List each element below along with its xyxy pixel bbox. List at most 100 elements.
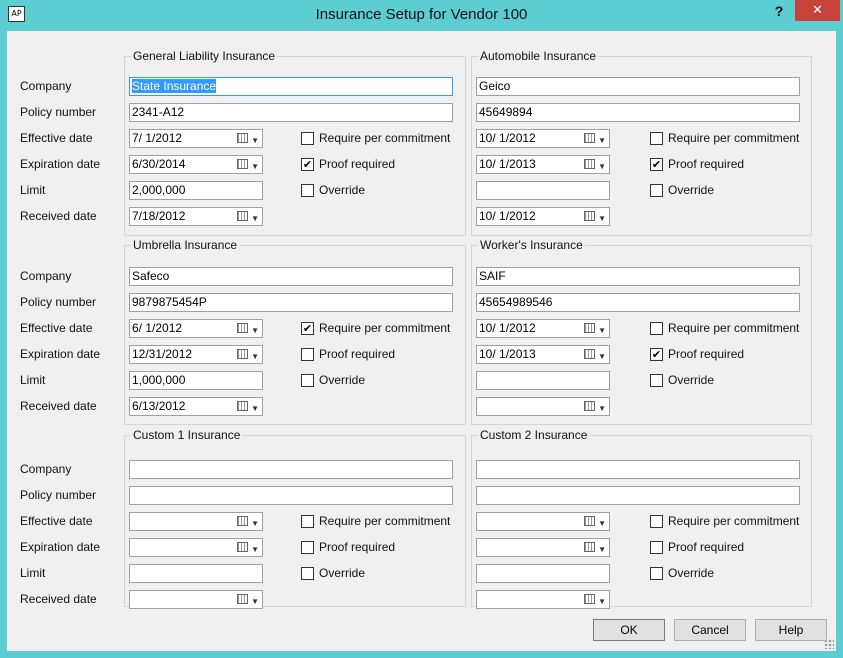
custom1-proof-checkbox[interactable] (301, 541, 314, 554)
help-button[interactable]: Help (755, 619, 827, 641)
chevron-down-icon[interactable]: ▼ (598, 158, 606, 175)
calendar-icon[interactable] (237, 211, 248, 221)
chevron-down-icon[interactable]: ▼ (598, 515, 606, 532)
workers-expiration-date-picker[interactable]: 10/ 1/2013 ▼ (476, 345, 610, 364)
umbrella-override-label[interactable]: Override (319, 373, 365, 387)
custom2-limit-input[interactable] (476, 564, 610, 583)
ok-button[interactable]: OK (593, 619, 665, 641)
custom2-require-checkbox[interactable] (650, 515, 663, 528)
chevron-down-icon[interactable]: ▼ (598, 400, 606, 417)
custom2-company-input[interactable] (476, 460, 800, 479)
workers-require-label[interactable]: Require per commitment (668, 321, 799, 335)
auto-expiration-date-picker[interactable]: 10/ 1/2013 ▼ (476, 155, 610, 174)
auto-company-input[interactable]: Geico (476, 77, 800, 96)
calendar-icon[interactable] (237, 516, 248, 526)
custom1-require-checkbox[interactable] (301, 515, 314, 528)
calendar-icon[interactable] (584, 542, 595, 552)
custom1-limit-input[interactable] (129, 564, 263, 583)
chevron-down-icon[interactable]: ▼ (251, 158, 259, 175)
custom1-override-label[interactable]: Override (319, 566, 365, 580)
chevron-down-icon[interactable]: ▼ (251, 322, 259, 339)
workers-company-input[interactable]: SAIF (476, 267, 800, 286)
help-icon[interactable]: ? (768, 0, 790, 22)
workers-override-label[interactable]: Override (668, 373, 714, 387)
calendar-icon[interactable] (237, 133, 248, 143)
custom1-override-checkbox[interactable] (301, 567, 314, 580)
chevron-down-icon[interactable]: ▼ (598, 210, 606, 227)
umbrella-override-checkbox[interactable] (301, 374, 314, 387)
custom1-proof-label[interactable]: Proof required (319, 540, 395, 554)
close-button[interactable]: ✕ (795, 0, 840, 21)
general-require-label[interactable]: Require per commitment (319, 131, 450, 145)
workers-require-checkbox[interactable] (650, 322, 663, 335)
auto-policy-number-input[interactable]: 45649894 (476, 103, 800, 122)
calendar-icon[interactable] (237, 159, 248, 169)
calendar-icon[interactable] (237, 594, 248, 604)
calendar-icon[interactable] (237, 401, 248, 411)
auto-override-label[interactable]: Override (668, 183, 714, 197)
umbrella-expiration-date-picker[interactable]: 12/31/2012 ▼ (129, 345, 263, 364)
auto-proof-checkbox[interactable]: ✔ (650, 158, 663, 171)
custom2-proof-label[interactable]: Proof required (668, 540, 744, 554)
general-company-input[interactable]: State Insurance (129, 77, 453, 96)
auto-override-checkbox[interactable] (650, 184, 663, 197)
workers-effective-date-picker[interactable]: 10/ 1/2012 ▼ (476, 319, 610, 338)
custom1-policy-number-input[interactable] (129, 486, 453, 505)
auto-require-label[interactable]: Require per commitment (668, 131, 799, 145)
workers-received-date-picker[interactable]: ▼ (476, 397, 610, 416)
auto-require-checkbox[interactable] (650, 132, 663, 145)
chevron-down-icon[interactable]: ▼ (251, 348, 259, 365)
chevron-down-icon[interactable]: ▼ (598, 348, 606, 365)
workers-policy-number-input[interactable]: 45654989546 (476, 293, 800, 312)
custom2-effective-date-picker[interactable]: ▼ (476, 512, 610, 531)
auto-limit-input[interactable] (476, 181, 610, 200)
custom2-require-label[interactable]: Require per commitment (668, 514, 799, 528)
workers-proof-label[interactable]: Proof required (668, 347, 744, 361)
umbrella-effective-date-picker[interactable]: 6/ 1/2012 ▼ (129, 319, 263, 338)
custom2-policy-number-input[interactable] (476, 486, 800, 505)
chevron-down-icon[interactable]: ▼ (598, 593, 606, 610)
title-bar[interactable]: AP Insurance Setup for Vendor 100 ? ✕ (0, 0, 843, 31)
chevron-down-icon[interactable]: ▼ (251, 593, 259, 610)
custom1-company-input[interactable] (129, 460, 453, 479)
calendar-icon[interactable] (584, 211, 595, 221)
cancel-button[interactable]: Cancel (674, 619, 746, 641)
general-received-date-picker[interactable]: 7/18/2012 ▼ (129, 207, 263, 226)
auto-effective-date-picker[interactable]: 10/ 1/2012 ▼ (476, 129, 610, 148)
custom1-effective-date-picker[interactable]: ▼ (129, 512, 263, 531)
calendar-icon[interactable] (584, 159, 595, 169)
chevron-down-icon[interactable]: ▼ (251, 132, 259, 149)
chevron-down-icon[interactable]: ▼ (598, 132, 606, 149)
calendar-icon[interactable] (237, 323, 248, 333)
general-override-checkbox[interactable] (301, 184, 314, 197)
general-require-checkbox[interactable] (301, 132, 314, 145)
custom2-proof-checkbox[interactable] (650, 541, 663, 554)
umbrella-policy-number-input[interactable]: 9879875454P (129, 293, 453, 312)
calendar-icon[interactable] (584, 349, 595, 359)
custom1-require-label[interactable]: Require per commitment (319, 514, 450, 528)
custom1-expiration-date-picker[interactable]: ▼ (129, 538, 263, 557)
umbrella-proof-checkbox[interactable] (301, 348, 314, 361)
custom2-received-date-picker[interactable]: ▼ (476, 590, 610, 609)
general-effective-date-picker[interactable]: 7/ 1/2012 ▼ (129, 129, 263, 148)
workers-override-checkbox[interactable] (650, 374, 663, 387)
custom2-override-checkbox[interactable] (650, 567, 663, 580)
chevron-down-icon[interactable]: ▼ (598, 322, 606, 339)
custom1-received-date-picker[interactable]: ▼ (129, 590, 263, 609)
auto-received-date-picker[interactable]: 10/ 1/2012 ▼ (476, 207, 610, 226)
umbrella-require-label[interactable]: Require per commitment (319, 321, 450, 335)
general-proof-label[interactable]: Proof required (319, 157, 395, 171)
auto-proof-label[interactable]: Proof required (668, 157, 744, 171)
umbrella-require-checkbox[interactable]: ✔ (301, 322, 314, 335)
chevron-down-icon[interactable]: ▼ (251, 400, 259, 417)
general-proof-checkbox[interactable]: ✔ (301, 158, 314, 171)
calendar-icon[interactable] (584, 323, 595, 333)
chevron-down-icon[interactable]: ▼ (251, 515, 259, 532)
calendar-icon[interactable] (584, 133, 595, 143)
general-expiration-date-picker[interactable]: 6/30/2014 ▼ (129, 155, 263, 174)
general-override-label[interactable]: Override (319, 183, 365, 197)
calendar-icon[interactable] (237, 349, 248, 359)
custom2-override-label[interactable]: Override (668, 566, 714, 580)
umbrella-received-date-picker[interactable]: 6/13/2012 ▼ (129, 397, 263, 416)
chevron-down-icon[interactable]: ▼ (251, 541, 259, 558)
